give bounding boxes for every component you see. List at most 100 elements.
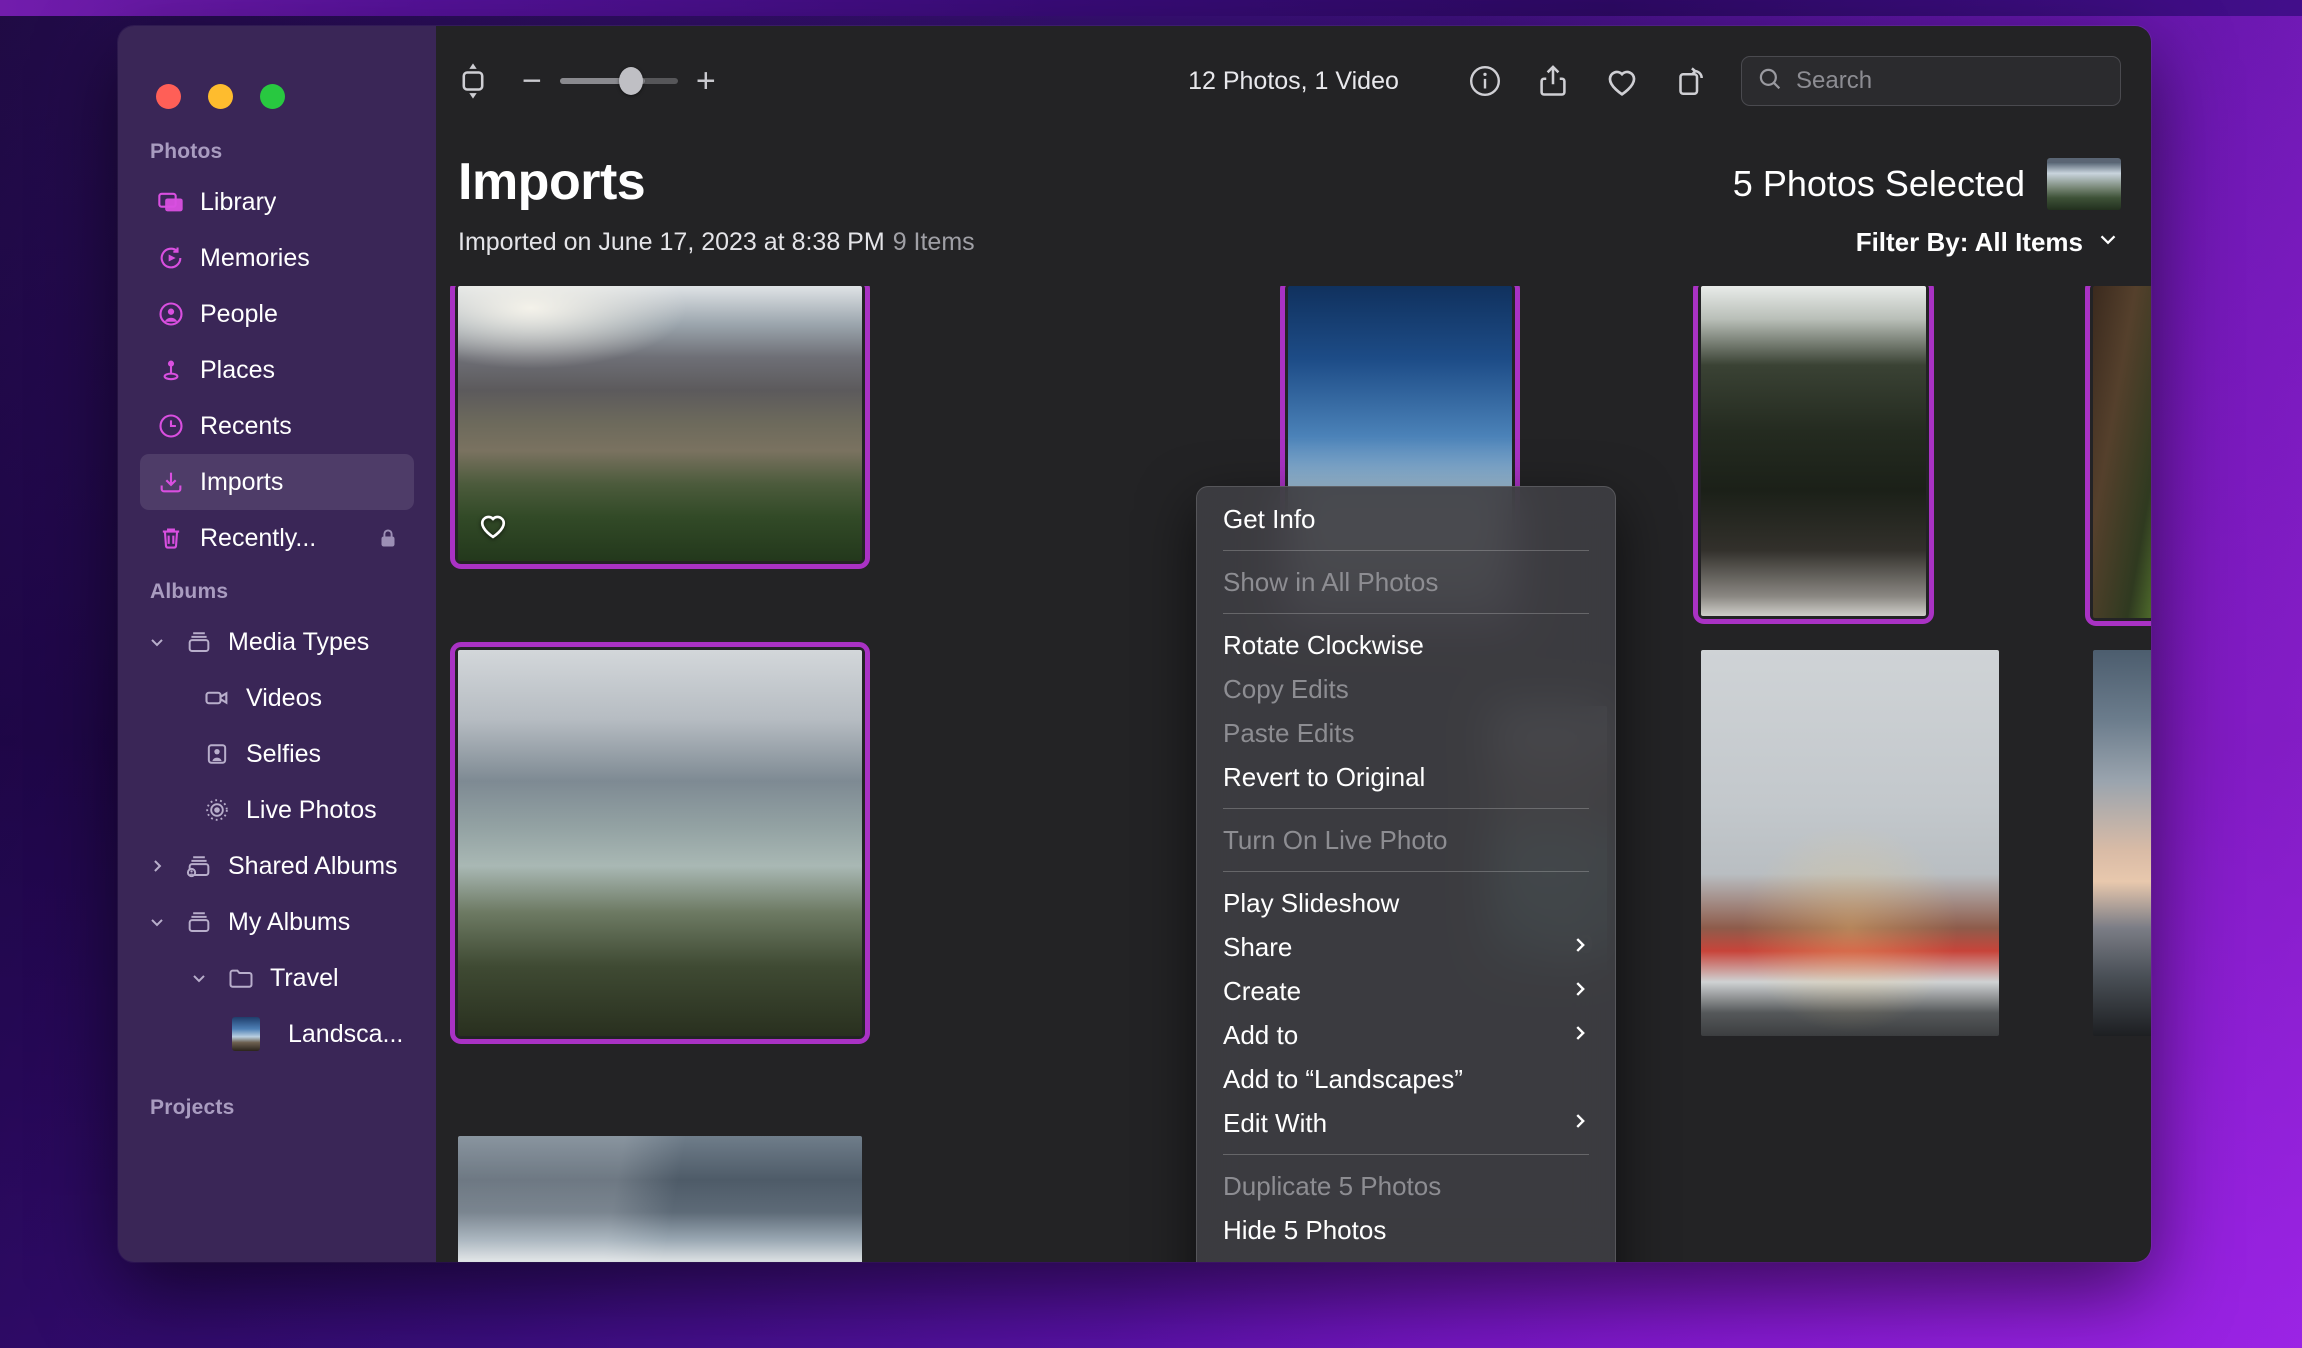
recents-clock-icon bbox=[156, 411, 186, 441]
info-icon[interactable] bbox=[1467, 63, 1503, 99]
sidebar-item-label: Memories bbox=[200, 243, 310, 272]
chevron-down-icon[interactable] bbox=[186, 968, 212, 988]
search-icon bbox=[1756, 65, 1784, 98]
selection-preview-thumbnail[interactable] bbox=[2047, 158, 2121, 210]
menu-item-revert-to-original[interactable]: Revert to Original bbox=[1197, 755, 1615, 799]
photo-thumbnail bbox=[458, 1136, 862, 1262]
photo-cell-valley-town-volcano[interactable] bbox=[450, 286, 870, 569]
selection-row: 5 Photos Selected bbox=[1733, 158, 2121, 210]
sidebar-item-videos[interactable]: Videos bbox=[140, 670, 414, 726]
trash-icon bbox=[156, 523, 186, 553]
menu-item-paste-edits: Paste Edits bbox=[1223, 717, 1355, 748]
chevron-right-icon[interactable] bbox=[144, 856, 170, 876]
menu-item-label: Share bbox=[1223, 931, 1293, 962]
toolbar: − + 12 Photos, 1 Video Search bbox=[436, 26, 2151, 136]
selfie-person-icon bbox=[202, 739, 232, 769]
share-icon[interactable] bbox=[1535, 63, 1571, 99]
sidebar-item-recently-deleted[interactable]: Recently... bbox=[140, 510, 414, 566]
photo-thumbnail bbox=[2093, 286, 2151, 618]
menu-separator bbox=[1223, 808, 1589, 809]
menu-item-play-slideshow[interactable]: Play Slideshow bbox=[1197, 881, 1615, 925]
header-right: 5 Photos Selected Filter By: All Items bbox=[1733, 158, 2121, 259]
chevron-right-icon bbox=[1569, 1020, 1591, 1051]
menu-item-hide-photos[interactable]: Hide 5 Photos bbox=[1197, 1208, 1615, 1252]
albums-stack-icon bbox=[184, 907, 214, 937]
photo-cell-rainbow-parking-lot[interactable] bbox=[1701, 650, 1999, 1036]
people-icon bbox=[156, 299, 186, 329]
memories-icon bbox=[156, 243, 186, 273]
shared-albums-icon bbox=[184, 851, 214, 881]
sidebar-item-selfies[interactable]: Selfies bbox=[140, 726, 414, 782]
zoom-in-button[interactable]: + bbox=[696, 64, 716, 98]
sidebar-item-landscapes[interactable]: Landsca... bbox=[140, 1006, 414, 1062]
rotate-icon[interactable] bbox=[1673, 63, 1709, 99]
menu-item-turn-on-live-photo: Turn On Live Photo bbox=[1223, 824, 1448, 855]
photo-thumbnail bbox=[458, 286, 862, 561]
close-button[interactable] bbox=[156, 84, 181, 109]
maximize-button[interactable] bbox=[260, 84, 285, 109]
zoom-slider-group: − + bbox=[522, 64, 716, 98]
sidebar-item-label: Imports bbox=[200, 467, 284, 496]
desktop-menubar-strip bbox=[0, 0, 2302, 16]
sidebar-item-label: Shared Albums bbox=[228, 851, 398, 880]
filter-label: Filter By: All Items bbox=[1855, 227, 2083, 257]
menu-item-duplicate-photos: Duplicate 5 Photos bbox=[1223, 1170, 1442, 1201]
sidebar-item-live-photos[interactable]: Live Photos bbox=[140, 782, 414, 838]
menu-separator bbox=[1223, 613, 1589, 614]
toolbar-right-group: Search bbox=[1467, 56, 2121, 106]
sidebar-item-places[interactable]: Places bbox=[140, 342, 414, 398]
menu-item-add-to-landscapes[interactable]: Add to “Landscapes” bbox=[1197, 1057, 1615, 1101]
imports-download-icon bbox=[156, 467, 186, 497]
menu-item-delete-photos[interactable]: Delete 5 Photos bbox=[1197, 1252, 1615, 1263]
chevron-right-icon bbox=[1569, 932, 1591, 963]
sidebar-item-people[interactable]: People bbox=[140, 286, 414, 342]
favorite-heart-icon[interactable] bbox=[476, 508, 510, 547]
search-field[interactable]: Search bbox=[1741, 56, 2121, 106]
photo-thumbnail bbox=[2093, 650, 2151, 1036]
lock-icon bbox=[376, 526, 400, 550]
chevron-down-icon[interactable] bbox=[144, 912, 170, 932]
menu-item-get-info[interactable]: Get Info bbox=[1197, 497, 1615, 541]
sidebar: Photos Library Memories People Places Re… bbox=[118, 26, 436, 1262]
sidebar-item-label: Selfies bbox=[246, 739, 322, 768]
menu-item-create[interactable]: Create bbox=[1197, 969, 1615, 1013]
favorite-heart-icon[interactable] bbox=[1603, 62, 1641, 100]
photo-cell-clouds-sun-rays[interactable] bbox=[458, 1136, 862, 1262]
sidebar-item-media-types[interactable]: Media Types bbox=[140, 614, 414, 670]
minimize-button[interactable] bbox=[208, 84, 233, 109]
menu-item-rotate-clockwise[interactable]: Rotate Clockwise bbox=[1197, 623, 1615, 667]
folder-icon bbox=[226, 963, 256, 993]
zoom-slider-knob[interactable] bbox=[618, 67, 643, 95]
sidebar-item-label: Places bbox=[200, 355, 276, 384]
zoom-out-button[interactable]: − bbox=[522, 64, 542, 98]
menu-item-share[interactable]: Share bbox=[1197, 925, 1615, 969]
media-count-label: 12 Photos, 1 Video bbox=[1188, 66, 1399, 95]
video-camera-icon bbox=[202, 683, 232, 713]
sidebar-item-label: Landsca... bbox=[288, 1019, 404, 1048]
filter-dropdown[interactable]: Filter By: All Items bbox=[1733, 226, 2121, 259]
sidebar-item-recents[interactable]: Recents bbox=[140, 398, 414, 454]
photo-cell-lake-mountains[interactable] bbox=[450, 642, 870, 1044]
sidebar-item-memories[interactable]: Memories bbox=[140, 230, 414, 286]
photo-cell-garden-stone-path[interactable] bbox=[2085, 286, 2151, 626]
sidebar-item-label: Videos bbox=[246, 683, 322, 712]
sidebar-item-shared-albums[interactable]: Shared Albums bbox=[140, 838, 414, 894]
chevron-down-icon[interactable] bbox=[144, 632, 170, 652]
sidebar-item-my-albums[interactable]: My Albums bbox=[140, 894, 414, 950]
sidebar-item-imports[interactable]: Imports bbox=[140, 454, 414, 510]
menu-item-add-to[interactable]: Add to bbox=[1197, 1013, 1615, 1057]
photo-cell-trees-through-window[interactable] bbox=[1693, 286, 1934, 624]
sidebar-item-travel[interactable]: Travel bbox=[140, 950, 414, 1006]
albums-stack-icon bbox=[184, 627, 214, 657]
zoom-slider[interactable] bbox=[559, 67, 678, 95]
chevron-right-icon bbox=[1569, 976, 1591, 1007]
menu-item-edit-with[interactable]: Edit With bbox=[1197, 1101, 1615, 1145]
sidebar-item-library[interactable]: Library bbox=[140, 174, 414, 230]
photo-cell-beach-sunset-airplane[interactable] bbox=[2093, 650, 2151, 1036]
window-traffic-lights bbox=[156, 84, 285, 109]
sidebar-item-label: My Albums bbox=[228, 907, 351, 936]
chevron-down-icon bbox=[2095, 226, 2121, 259]
menu-item-show-in-all-photos: Show in All Photos bbox=[1223, 566, 1439, 597]
places-pin-icon bbox=[156, 355, 186, 385]
aspect-ratio-icon[interactable] bbox=[456, 61, 490, 101]
